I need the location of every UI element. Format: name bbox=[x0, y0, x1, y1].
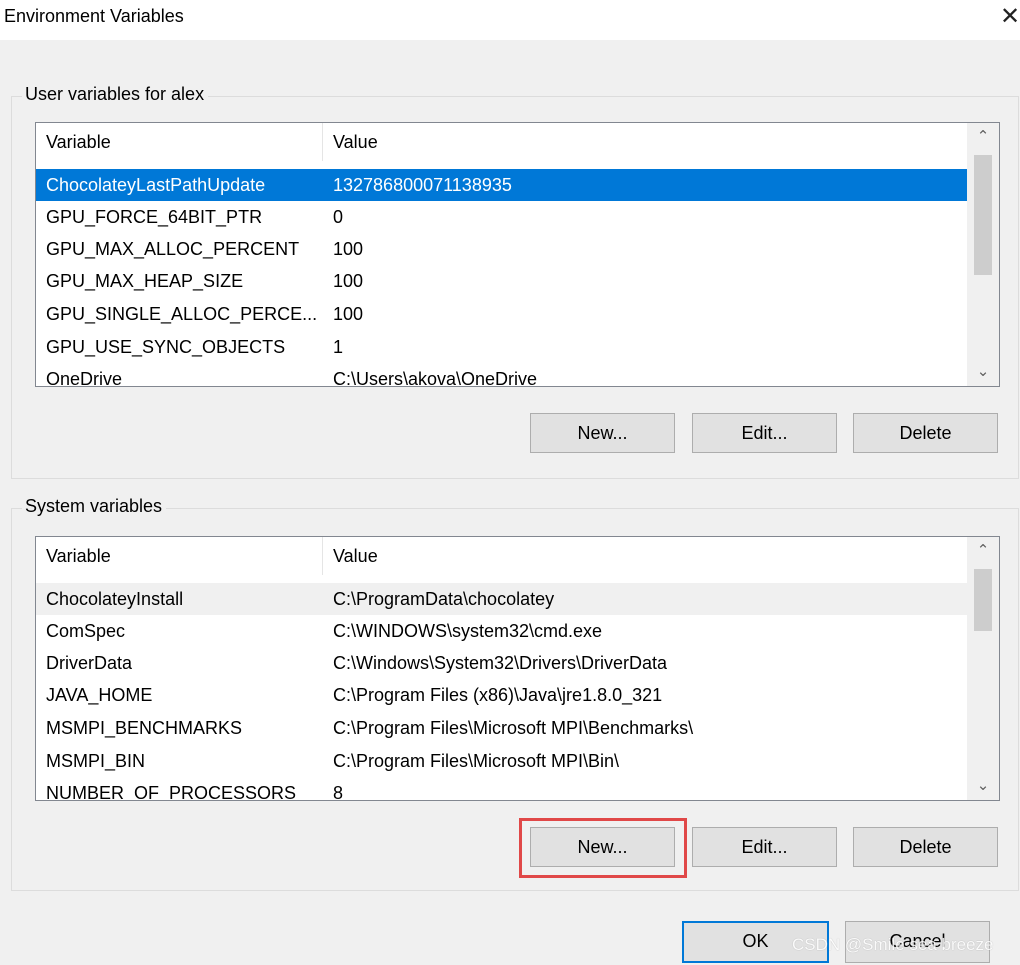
user-variables-list[interactable]: Variable Value ChocolateyLastPathUpdate … bbox=[35, 122, 1000, 387]
list-item[interactable]: ComSpec C:\WINDOWS\system32\cmd.exe bbox=[36, 615, 971, 647]
variable-value: C:\Windows\System32\Drivers\DriverData bbox=[333, 653, 668, 673]
variable-name: GPU_USE_SYNC_OBJECTS bbox=[46, 337, 286, 357]
variable-name: GPU_FORCE_64BIT_PTR bbox=[46, 207, 263, 227]
variable-value: 0 bbox=[333, 207, 344, 227]
scroll-up-icon[interactable]: ⌃ bbox=[967, 123, 999, 151]
variable-value: 100 bbox=[333, 304, 364, 324]
variable-value: 8 bbox=[333, 783, 344, 801]
list-item[interactable]: GPU_MAX_HEAP_SIZE 100 bbox=[36, 265, 971, 297]
list-item[interactable]: MSMPI_BENCHMARKS C:\Program Files\Micros… bbox=[36, 712, 971, 744]
list-item[interactable]: DriverData C:\Windows\System32\Drivers\D… bbox=[36, 647, 971, 679]
list-item[interactable]: GPU_FORCE_64BIT_PTR 0 bbox=[36, 201, 971, 233]
list-item[interactable]: JAVA_HOME C:\Program Files (x86)\Java\jr… bbox=[36, 679, 971, 711]
variable-value: 100 bbox=[333, 239, 364, 259]
variable-name: MSMPI_BIN bbox=[46, 751, 146, 771]
variable-name: ChocolateyInstall bbox=[46, 589, 184, 609]
scroll-up-icon[interactable]: ⌃ bbox=[967, 537, 999, 565]
variable-name: ComSpec bbox=[46, 621, 126, 641]
scroll-down-icon[interactable]: ⌄ bbox=[967, 358, 999, 386]
system-edit-button[interactable]: Edit... bbox=[692, 827, 837, 867]
variable-value: C:\Program Files (x86)\Java\jre1.8.0_321 bbox=[333, 685, 663, 705]
variable-name: MSMPI_BENCHMARKS bbox=[46, 718, 243, 738]
list-item[interactable]: MSMPI_BIN C:\Program Files\Microsoft MPI… bbox=[36, 745, 971, 777]
system-variables-label: System variables bbox=[22, 496, 167, 517]
system-list-header: Variable Value bbox=[36, 537, 999, 575]
system-delete-button[interactable]: Delete bbox=[853, 827, 998, 867]
variable-name: GPU_MAX_ALLOC_PERCENT bbox=[46, 239, 300, 259]
variable-value: C:\WINDOWS\system32\cmd.exe bbox=[333, 621, 603, 641]
scroll-thumb[interactable] bbox=[974, 155, 992, 275]
variable-name: OneDrive bbox=[46, 369, 123, 387]
variable-value: 132786800071138935 bbox=[333, 175, 512, 195]
user-variables-label: User variables for alex bbox=[22, 84, 209, 105]
variable-value: C:\ProgramData\chocolatey bbox=[333, 589, 555, 609]
scroll-down-icon[interactable]: ⌄ bbox=[967, 772, 999, 800]
new-button-highlight bbox=[519, 818, 687, 878]
user-new-button[interactable]: New... bbox=[530, 413, 675, 453]
list-item[interactable]: NUMBER_OF_PROCESSORS 8 bbox=[36, 777, 971, 801]
variable-name: GPU_MAX_HEAP_SIZE bbox=[46, 271, 244, 291]
variable-name: GPU_SINGLE_ALLOC_PERCE... bbox=[46, 304, 318, 324]
scroll-thumb[interactable] bbox=[974, 569, 992, 631]
variable-name: JAVA_HOME bbox=[46, 685, 153, 705]
variable-value: C:\Program Files\Microsoft MPI\Bin\ bbox=[333, 751, 620, 771]
user-delete-button[interactable]: Delete bbox=[853, 413, 998, 453]
list-item[interactable]: OneDrive C:\Users\akova\OneDrive bbox=[36, 363, 971, 387]
close-icon[interactable]: ✕ bbox=[1000, 2, 1020, 31]
user-list-scrollbar[interactable]: ⌃ ⌄ bbox=[967, 123, 999, 386]
value-column-header[interactable]: Value bbox=[323, 537, 963, 575]
variable-name: DriverData bbox=[46, 653, 133, 673]
user-edit-button[interactable]: Edit... bbox=[692, 413, 837, 453]
system-variables-list[interactable]: Variable Value ChocolateyInstall C:\Prog… bbox=[35, 536, 1000, 801]
variable-value: C:\Program Files\Microsoft MPI\Benchmark… bbox=[333, 718, 694, 738]
system-list-scrollbar[interactable]: ⌃ ⌄ bbox=[967, 537, 999, 800]
variable-column-header[interactable]: Variable bbox=[36, 537, 323, 575]
window-title: Environment Variables bbox=[4, 6, 184, 26]
list-item[interactable]: ChocolateyLastPathUpdate 132786800071138… bbox=[36, 169, 971, 201]
title-bar: Environment Variables ✕ bbox=[0, 0, 1020, 40]
variable-name: NUMBER_OF_PROCESSORS bbox=[46, 783, 297, 801]
list-item[interactable]: GPU_SINGLE_ALLOC_PERCE... 100 bbox=[36, 298, 971, 330]
variable-value: C:\Users\akova\OneDrive bbox=[333, 369, 538, 387]
user-list-header: Variable Value bbox=[36, 123, 999, 161]
list-item[interactable]: GPU_MAX_ALLOC_PERCENT 100 bbox=[36, 233, 971, 265]
variable-name: ChocolateyLastPathUpdate bbox=[46, 175, 266, 195]
list-item[interactable]: ChocolateyInstall C:\ProgramData\chocola… bbox=[36, 583, 971, 615]
value-column-header[interactable]: Value bbox=[323, 123, 963, 161]
watermark: CSDN @Smile sea breeze bbox=[792, 935, 994, 954]
variable-value: 100 bbox=[333, 271, 364, 291]
list-item[interactable]: GPU_USE_SYNC_OBJECTS 1 bbox=[36, 331, 971, 363]
variable-value: 1 bbox=[333, 337, 344, 357]
variable-column-header[interactable]: Variable bbox=[36, 123, 323, 161]
